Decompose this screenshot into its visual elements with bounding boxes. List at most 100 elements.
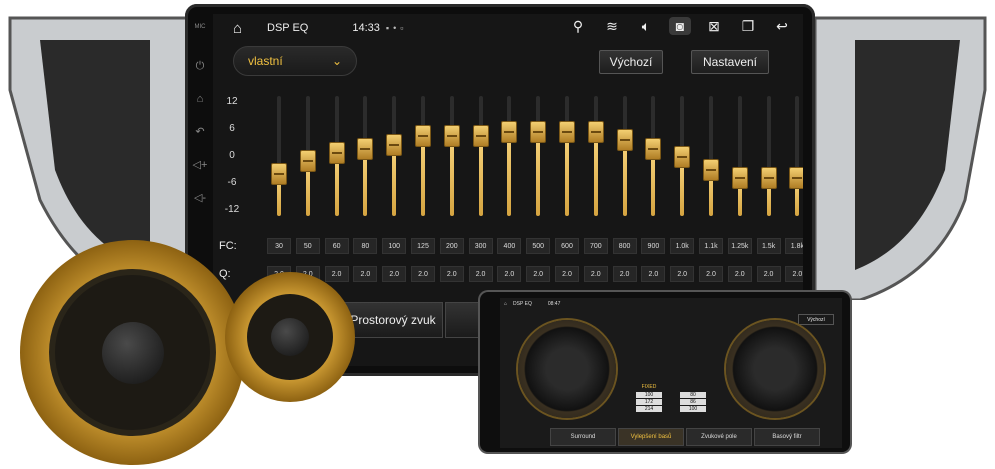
slider-knob[interactable] bbox=[530, 121, 547, 143]
slider-knob[interactable] bbox=[645, 137, 662, 160]
power-icon[interactable]: ⏻ bbox=[191, 60, 209, 73]
q-cell[interactable]: 2.0 bbox=[785, 266, 803, 282]
eq-band-slider[interactable] bbox=[759, 96, 779, 221]
fc-cell[interactable]: 500 bbox=[526, 238, 551, 254]
slider-knob[interactable] bbox=[703, 158, 719, 181]
default-button[interactable]: Výchozí bbox=[599, 50, 663, 74]
slider-knob[interactable] bbox=[587, 121, 604, 143]
fc-cell[interactable]: 125 bbox=[411, 238, 435, 254]
eq-band-slider[interactable] bbox=[471, 96, 491, 221]
eq-band-slider[interactable] bbox=[327, 96, 347, 221]
mini-value: 100 bbox=[680, 406, 706, 412]
q-cell[interactable]: 2.0 bbox=[353, 266, 378, 282]
eq-band-slider[interactable] bbox=[442, 96, 462, 221]
eq-band-slider[interactable] bbox=[384, 96, 404, 221]
q-cell[interactable]: 2.0 bbox=[670, 266, 695, 282]
fc-cell[interactable]: 1.1k bbox=[699, 238, 723, 254]
eq-band-slider[interactable] bbox=[787, 96, 803, 221]
y-axis-label: -6 bbox=[227, 177, 237, 188]
slider-knob[interactable] bbox=[616, 129, 633, 152]
fc-cell[interactable]: 900 bbox=[641, 238, 666, 254]
eq-band-slider[interactable] bbox=[586, 96, 606, 221]
slider-knob[interactable] bbox=[443, 125, 460, 148]
q-cell[interactable]: 2.0 bbox=[468, 266, 493, 282]
back-icon[interactable]: ↩ bbox=[771, 18, 793, 35]
fc-cell[interactable]: 100 bbox=[382, 238, 407, 254]
preset-dropdown[interactable]: vlastní ⌄ bbox=[233, 46, 357, 76]
mini-tab[interactable]: Surround bbox=[550, 428, 616, 446]
y-axis-label: 0 bbox=[229, 150, 235, 161]
mini-tab[interactable]: Vylepšení basů bbox=[618, 428, 684, 446]
fc-cell[interactable]: 50 bbox=[295, 238, 320, 254]
slider-knob[interactable] bbox=[472, 125, 489, 148]
fc-cell[interactable]: 400 bbox=[497, 238, 522, 254]
q-cell[interactable]: 2.0 bbox=[555, 266, 579, 282]
eq-band-slider[interactable] bbox=[355, 96, 375, 221]
q-cell[interactable]: 2.0 bbox=[612, 266, 637, 282]
eq-band-slider[interactable] bbox=[413, 96, 433, 221]
home-icon[interactable]: ⌂ bbox=[233, 20, 253, 37]
slider-knob[interactable] bbox=[501, 121, 518, 143]
fc-cell[interactable]: 60 bbox=[324, 238, 349, 254]
fc-cell[interactable]: 600 bbox=[555, 238, 579, 254]
settings-button[interactable]: Nastavení bbox=[691, 50, 769, 74]
eq-band-slider[interactable] bbox=[528, 96, 548, 221]
fc-cell[interactable]: 30 bbox=[267, 238, 291, 254]
home-side-icon[interactable]: ⌂ bbox=[191, 93, 209, 105]
fc-cell[interactable]: 80 bbox=[353, 238, 378, 254]
q-cell[interactable]: 2.0 bbox=[727, 266, 752, 282]
slider-knob[interactable] bbox=[328, 141, 345, 164]
tab-surround[interactable]: Prostorový zvuk bbox=[343, 302, 443, 338]
q-cell[interactable]: 2.0 bbox=[411, 266, 435, 282]
slider-fill bbox=[334, 155, 339, 216]
slider-knob[interactable] bbox=[674, 146, 691, 168]
fc-cell[interactable]: 1.0k bbox=[670, 238, 695, 254]
slider-knob[interactable] bbox=[559, 121, 575, 143]
mini-default-button[interactable]: Výchozí bbox=[798, 314, 834, 325]
q-cell[interactable]: 2.0 bbox=[641, 266, 666, 282]
slider-knob[interactable] bbox=[760, 166, 777, 189]
q-cell[interactable]: 2.0 bbox=[439, 266, 464, 282]
q-cell[interactable]: 2.0 bbox=[526, 266, 551, 282]
q-cell[interactable]: 2.0 bbox=[583, 266, 608, 282]
eq-band-slider[interactable] bbox=[730, 96, 750, 221]
mini-panel-label: FIXED bbox=[641, 384, 657, 390]
eq-band-slider[interactable] bbox=[701, 96, 721, 221]
slider-knob[interactable] bbox=[415, 125, 431, 148]
fc-cell[interactable]: 300 bbox=[468, 238, 493, 254]
eq-band-slider[interactable] bbox=[643, 96, 663, 221]
close-box-icon[interactable]: ⊠ bbox=[703, 18, 725, 35]
eq-band-slider[interactable] bbox=[557, 96, 577, 221]
eq-band-slider[interactable] bbox=[499, 96, 519, 221]
slider-knob[interactable] bbox=[386, 133, 403, 156]
slider-knob[interactable] bbox=[789, 166, 803, 189]
fc-cell[interactable]: 200 bbox=[439, 238, 464, 254]
camera-icon[interactable]: ◙ bbox=[669, 17, 691, 35]
fc-cell[interactable]: 800 bbox=[612, 238, 637, 254]
eq-band-slider[interactable] bbox=[269, 96, 289, 221]
q-cell[interactable]: 2.0 bbox=[756, 266, 781, 282]
q-cell[interactable]: 2.0 bbox=[382, 266, 407, 282]
slider-knob[interactable] bbox=[731, 166, 748, 189]
q-cell[interactable]: 2.0 bbox=[497, 266, 522, 282]
eq-band-slider[interactable] bbox=[615, 96, 635, 221]
fc-cell[interactable]: 1.8k bbox=[785, 238, 803, 254]
slider-knob[interactable] bbox=[299, 150, 316, 173]
volume-down-icon[interactable]: ◁- bbox=[191, 191, 209, 204]
mini-tab[interactable]: Basový filtr bbox=[754, 428, 820, 446]
fc-cell[interactable]: 700 bbox=[583, 238, 608, 254]
windows-icon[interactable]: ❐ bbox=[737, 18, 759, 35]
eq-band-slider[interactable] bbox=[672, 96, 692, 221]
back-side-icon[interactable]: ↶ bbox=[191, 125, 209, 138]
fc-cell[interactable]: 1.25k bbox=[727, 238, 752, 254]
mini-tab[interactable]: Zvukové pole bbox=[686, 428, 752, 446]
q-cell[interactable]: 2.0 bbox=[699, 266, 723, 282]
slider-knob[interactable] bbox=[271, 162, 287, 185]
slider-knob[interactable] bbox=[357, 137, 374, 160]
fc-cell[interactable]: 1.5k bbox=[756, 238, 781, 254]
status-bar: ⌂ DSP EQ 14:33 ▪•▫ ⚲ ≋ 🔈︎ ◙ ⊠ ❐ ↩ bbox=[213, 14, 803, 42]
volume-icon[interactable]: 🔈︎ bbox=[635, 18, 657, 35]
volume-up-icon[interactable]: ◁+ bbox=[191, 158, 209, 171]
eq-band-slider[interactable] bbox=[298, 96, 318, 221]
q-cell[interactable]: 2.0 bbox=[324, 266, 349, 282]
